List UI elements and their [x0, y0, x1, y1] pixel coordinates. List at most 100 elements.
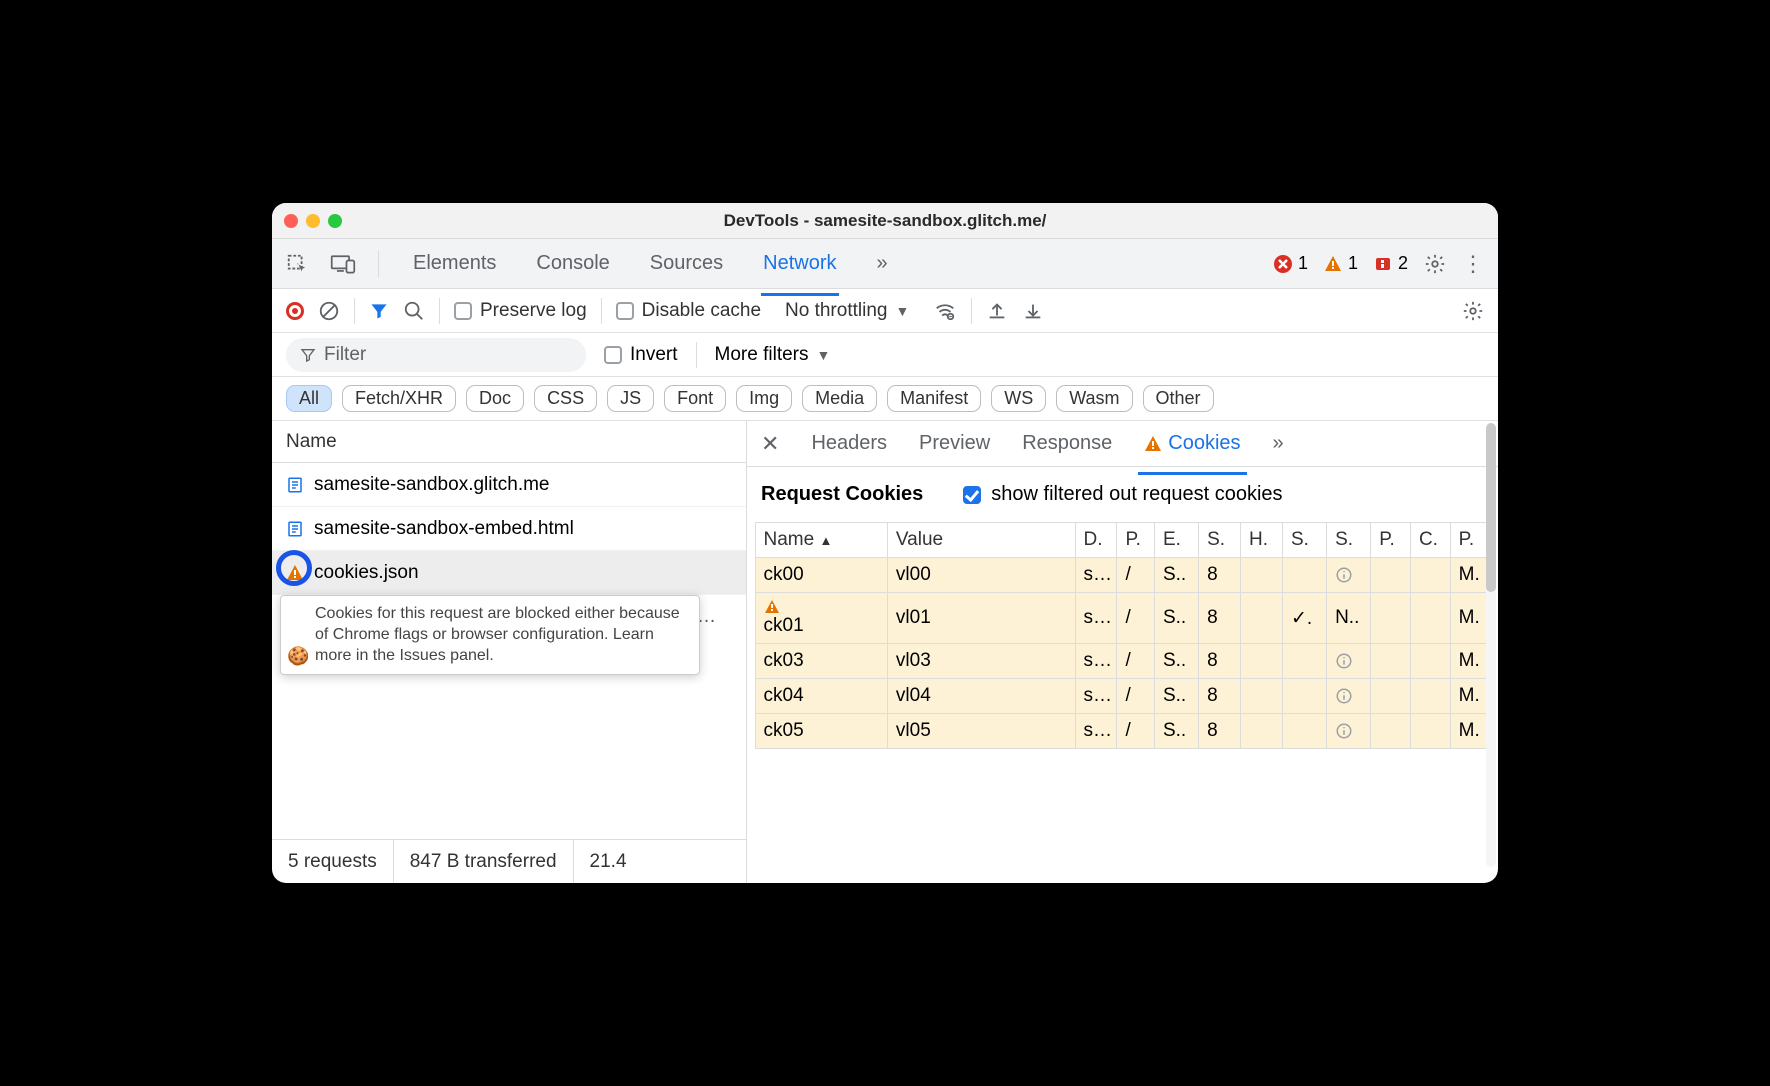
tab-headers[interactable]: Headers: [811, 422, 887, 465]
tab-network[interactable]: Network: [761, 242, 838, 285]
cell-s1: 8: [1199, 593, 1241, 644]
chip-wasm[interactable]: Wasm: [1056, 385, 1132, 412]
chip-all[interactable]: All: [286, 385, 332, 412]
disable-cache-toggle[interactable]: Disable cache: [616, 300, 761, 322]
more-filters-dropdown[interactable]: More filters ▼: [715, 344, 831, 366]
cell-s2: [1282, 558, 1326, 593]
table-row[interactable]: ck03vl03s…/S..8M.: [755, 644, 1490, 679]
cell-p3: M.: [1450, 644, 1490, 679]
tabs-overflow[interactable]: »: [875, 242, 890, 285]
cell-d: s…: [1075, 644, 1117, 679]
scrollbar-thumb[interactable]: [1486, 423, 1496, 592]
issues-errors[interactable]: 1: [1274, 253, 1308, 274]
summary-time: 21.4: [574, 840, 643, 883]
chip-css[interactable]: CSS: [534, 385, 597, 412]
request-detail-pane: ✕ Headers Preview Response Cookies » Req…: [747, 421, 1498, 883]
cell-e: S..: [1154, 679, 1198, 714]
cell-s2: ✓.: [1282, 593, 1326, 644]
inspect-icon[interactable]: [286, 253, 308, 275]
issues-warnings[interactable]: 1: [1324, 253, 1358, 274]
throttling-select[interactable]: No throttling ▼: [775, 300, 919, 322]
network-settings-icon[interactable]: [1462, 300, 1484, 322]
cell-c: [1410, 593, 1450, 644]
col-value[interactable]: Value: [887, 523, 1075, 558]
device-toolbar-icon[interactable]: [330, 253, 356, 275]
col-e[interactable]: E.: [1154, 523, 1198, 558]
info-icon: [1335, 566, 1362, 584]
resource-type-filters: All Fetch/XHR Doc CSS JS Font Img Media …: [272, 377, 1498, 421]
cell-name: ck04: [755, 679, 887, 714]
network-conditions-icon[interactable]: [933, 300, 957, 322]
upload-har-icon[interactable]: [986, 300, 1008, 322]
more-menu-icon[interactable]: ⋮: [1462, 251, 1484, 277]
tab-response[interactable]: Response: [1022, 422, 1112, 465]
chip-img[interactable]: Img: [736, 385, 792, 412]
separator: [439, 298, 440, 324]
request-row[interactable]: samesite-sandbox.glitch.me: [272, 463, 746, 507]
col-d[interactable]: D.: [1075, 523, 1117, 558]
chip-ws[interactable]: WS: [991, 385, 1046, 412]
col-s2[interactable]: S.: [1282, 523, 1326, 558]
col-s1[interactable]: S.: [1199, 523, 1241, 558]
cell-s2: [1282, 644, 1326, 679]
clear-button[interactable]: [318, 300, 340, 322]
download-har-icon[interactable]: [1022, 300, 1044, 322]
request-list-pane: Name samesite-sandbox.glitch.me samesite…: [272, 421, 747, 883]
preserve-log-toggle[interactable]: Preserve log: [454, 300, 587, 322]
name-column-header[interactable]: Name: [272, 421, 746, 463]
filter-input[interactable]: Filter: [286, 338, 586, 372]
col-p2[interactable]: P.: [1371, 523, 1411, 558]
close-detail-button[interactable]: ✕: [761, 431, 779, 457]
cell-s1: 8: [1199, 644, 1241, 679]
tab-preview[interactable]: Preview: [919, 422, 990, 465]
issues-info[interactable]: 2: [1374, 253, 1408, 274]
tab-console[interactable]: Console: [534, 242, 611, 285]
request-row[interactable]: cookies.json: [272, 551, 746, 595]
search-icon[interactable]: [403, 300, 425, 322]
cell-s1: 8: [1199, 679, 1241, 714]
chip-fetch-xhr[interactable]: Fetch/XHR: [342, 385, 456, 412]
scrollbar[interactable]: [1486, 423, 1496, 867]
cookie-icon: 🍪: [287, 645, 309, 668]
invert-toggle[interactable]: Invert: [604, 344, 678, 366]
cell-value: vl03: [887, 644, 1075, 679]
tab-cookies[interactable]: Cookies: [1144, 422, 1240, 465]
chip-font[interactable]: Font: [664, 385, 726, 412]
filter-toggle-icon[interactable]: [369, 301, 389, 321]
chip-doc[interactable]: Doc: [466, 385, 524, 412]
table-row[interactable]: ck04vl04s…/S..8M.: [755, 679, 1490, 714]
cell-value: vl04: [887, 679, 1075, 714]
cell-d: s…: [1075, 714, 1117, 749]
table-row[interactable]: ck00vl00s…/S..8M.: [755, 558, 1490, 593]
chip-other[interactable]: Other: [1143, 385, 1214, 412]
col-s3[interactable]: S.: [1327, 523, 1371, 558]
chip-js[interactable]: JS: [607, 385, 654, 412]
document-icon: [286, 476, 304, 494]
cell-s3: [1327, 714, 1371, 749]
cell-name: ck03: [755, 644, 887, 679]
cell-p3: M.: [1450, 558, 1490, 593]
cell-value: vl00: [887, 558, 1075, 593]
main-tabbar: Elements Console Sources Network » 1 1 2…: [272, 239, 1498, 289]
summary-transferred: 847 B transferred: [394, 840, 574, 883]
chip-manifest[interactable]: Manifest: [887, 385, 981, 412]
chip-media[interactable]: Media: [802, 385, 877, 412]
col-c[interactable]: C.: [1410, 523, 1450, 558]
table-row[interactable]: ck05vl05s…/S..8M.: [755, 714, 1490, 749]
more-filters-label: More filters: [715, 344, 809, 366]
tab-elements[interactable]: Elements: [411, 242, 498, 285]
show-filtered-toggle[interactable]: show filtered out request cookies: [963, 483, 1282, 506]
cell-e: S..: [1154, 593, 1198, 644]
tab-sources[interactable]: Sources: [648, 242, 725, 285]
request-row[interactable]: samesite-sandbox-embed.html: [272, 507, 746, 551]
detail-tabs-overflow[interactable]: »: [1273, 422, 1284, 465]
col-p[interactable]: P.: [1117, 523, 1155, 558]
col-p3[interactable]: P.: [1450, 523, 1490, 558]
record-button[interactable]: [286, 302, 304, 320]
settings-icon[interactable]: [1424, 253, 1446, 275]
col-h[interactable]: H.: [1241, 523, 1283, 558]
col-name[interactable]: Name ▲: [755, 523, 887, 558]
table-row[interactable]: ck01vl01s…/S..8✓.N..M.: [755, 593, 1490, 644]
cell-s2: [1282, 679, 1326, 714]
checkbox-icon: [604, 346, 622, 364]
